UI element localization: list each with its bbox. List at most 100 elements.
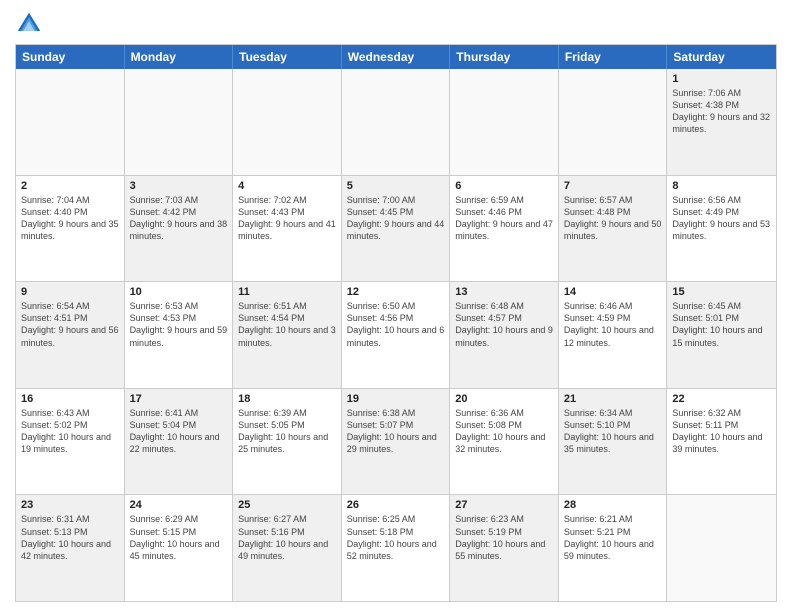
empty-cell bbox=[559, 69, 668, 175]
day-info: Sunrise: 6:54 AM Sunset: 4:51 PM Dayligh… bbox=[21, 300, 119, 349]
day-number: 3 bbox=[130, 180, 228, 192]
day-number: 14 bbox=[564, 286, 662, 298]
weekday-header-monday: Monday bbox=[125, 45, 234, 69]
day-cell-26: 26 Sunrise: 6:25 AM Sunset: 5:18 PM Dayli… bbox=[342, 495, 451, 601]
empty-cell bbox=[450, 69, 559, 175]
day-info: Sunrise: 7:03 AM Sunset: 4:42 PM Dayligh… bbox=[130, 194, 228, 243]
empty-cell bbox=[125, 69, 234, 175]
day-number: 26 bbox=[347, 499, 445, 511]
day-cell-5: 5 Sunrise: 7:00 AM Sunset: 4:45 PM Daylig… bbox=[342, 176, 451, 282]
day-number: 16 bbox=[21, 393, 119, 405]
header bbox=[15, 10, 777, 38]
calendar-row-1: 1 Sunrise: 7:06 AM Sunset: 4:38 PM Daylig… bbox=[16, 69, 776, 175]
day-info: Sunrise: 6:23 AM Sunset: 5:19 PM Dayligh… bbox=[455, 513, 553, 562]
day-cell-23: 23 Sunrise: 6:31 AM Sunset: 5:13 PM Dayli… bbox=[16, 495, 125, 601]
day-number: 11 bbox=[238, 286, 336, 298]
day-number: 12 bbox=[347, 286, 445, 298]
calendar: SundayMondayTuesdayWednesdayThursdayFrid… bbox=[15, 44, 777, 602]
day-number: 1 bbox=[672, 73, 771, 85]
day-cell-28: 28Sunrise: 6:21 AM Sunset: 5:21 PM Dayli… bbox=[559, 495, 668, 601]
day-info: Sunrise: 6:38 AM Sunset: 5:07 PM Dayligh… bbox=[347, 407, 445, 456]
weekday-header-tuesday: Tuesday bbox=[233, 45, 342, 69]
day-info: Sunrise: 7:02 AM Sunset: 4:43 PM Dayligh… bbox=[238, 194, 336, 243]
day-info: Sunrise: 6:29 AM Sunset: 5:15 PM Dayligh… bbox=[130, 513, 228, 562]
day-cell-13: 13 Sunrise: 6:48 AM Sunset: 4:57 PM Dayli… bbox=[450, 282, 559, 388]
day-info: Sunrise: 6:45 AM Sunset: 5:01 PM Dayligh… bbox=[672, 300, 771, 349]
day-cell-8: 8 Sunrise: 6:56 AM Sunset: 4:49 PM Daylig… bbox=[667, 176, 776, 282]
day-cell-24: 24 Sunrise: 6:29 AM Sunset: 5:15 PM Dayli… bbox=[125, 495, 234, 601]
day-info: Sunrise: 7:06 AM Sunset: 4:38 PM Dayligh… bbox=[672, 87, 771, 136]
day-cell-3: 3 Sunrise: 7:03 AM Sunset: 4:42 PM Daylig… bbox=[125, 176, 234, 282]
weekday-header-saturday: Saturday bbox=[667, 45, 776, 69]
day-number: 22 bbox=[672, 393, 771, 405]
day-number: 2 bbox=[21, 180, 119, 192]
logo-icon bbox=[15, 10, 43, 38]
day-info: Sunrise: 6:34 AM Sunset: 5:10 PM Dayligh… bbox=[564, 407, 662, 456]
day-cell-25: 25 Sunrise: 6:27 AM Sunset: 5:16 PM Dayli… bbox=[233, 495, 342, 601]
weekday-header-thursday: Thursday bbox=[450, 45, 559, 69]
day-number: 9 bbox=[21, 286, 119, 298]
weekday-header-sunday: Sunday bbox=[16, 45, 125, 69]
day-cell-27: 27 Sunrise: 6:23 AM Sunset: 5:19 PM Dayli… bbox=[450, 495, 559, 601]
day-cell-10: 10Sunrise: 6:53 AM Sunset: 4:53 PM Dayli… bbox=[125, 282, 234, 388]
day-cell-15: 15 Sunrise: 6:45 AM Sunset: 5:01 PM Dayli… bbox=[667, 282, 776, 388]
day-cell-17: 17Sunrise: 6:41 AM Sunset: 5:04 PM Dayli… bbox=[125, 389, 234, 495]
day-cell-11: 11 Sunrise: 6:51 AM Sunset: 4:54 PM Dayli… bbox=[233, 282, 342, 388]
day-info: Sunrise: 6:51 AM Sunset: 4:54 PM Dayligh… bbox=[238, 300, 336, 349]
day-info: Sunrise: 6:27 AM Sunset: 5:16 PM Dayligh… bbox=[238, 513, 336, 562]
day-info: Sunrise: 6:56 AM Sunset: 4:49 PM Dayligh… bbox=[672, 194, 771, 243]
day-info: Sunrise: 6:48 AM Sunset: 4:57 PM Dayligh… bbox=[455, 300, 553, 349]
day-number: 13 bbox=[455, 286, 553, 298]
weekday-header-wednesday: Wednesday bbox=[342, 45, 451, 69]
day-cell-7: 7Sunrise: 6:57 AM Sunset: 4:48 PM Daylig… bbox=[559, 176, 668, 282]
day-info: Sunrise: 7:04 AM Sunset: 4:40 PM Dayligh… bbox=[21, 194, 119, 243]
day-info: Sunrise: 6:31 AM Sunset: 5:13 PM Dayligh… bbox=[21, 513, 119, 562]
day-cell-14: 14 Sunrise: 6:46 AM Sunset: 4:59 PM Dayli… bbox=[559, 282, 668, 388]
logo bbox=[15, 10, 47, 38]
day-cell-2: 2 Sunrise: 7:04 AM Sunset: 4:40 PM Daylig… bbox=[16, 176, 125, 282]
day-info: Sunrise: 7:00 AM Sunset: 4:45 PM Dayligh… bbox=[347, 194, 445, 243]
day-info: Sunrise: 6:50 AM Sunset: 4:56 PM Dayligh… bbox=[347, 300, 445, 349]
day-number: 10 bbox=[130, 286, 228, 298]
calendar-row-3: 9 Sunrise: 6:54 AM Sunset: 4:51 PM Daylig… bbox=[16, 281, 776, 388]
day-number: 25 bbox=[238, 499, 336, 511]
day-cell-1: 1 Sunrise: 7:06 AM Sunset: 4:38 PM Daylig… bbox=[667, 69, 776, 175]
day-number: 23 bbox=[21, 499, 119, 511]
day-info: Sunrise: 6:46 AM Sunset: 4:59 PM Dayligh… bbox=[564, 300, 662, 349]
day-info: Sunrise: 6:43 AM Sunset: 5:02 PM Dayligh… bbox=[21, 407, 119, 456]
day-number: 19 bbox=[347, 393, 445, 405]
day-cell-22: 22 Sunrise: 6:32 AM Sunset: 5:11 PM Dayli… bbox=[667, 389, 776, 495]
calendar-body: 1 Sunrise: 7:06 AM Sunset: 4:38 PM Daylig… bbox=[16, 69, 776, 601]
day-number: 5 bbox=[347, 180, 445, 192]
day-cell-19: 19 Sunrise: 6:38 AM Sunset: 5:07 PM Dayli… bbox=[342, 389, 451, 495]
day-cell-16: 16 Sunrise: 6:43 AM Sunset: 5:02 PM Dayli… bbox=[16, 389, 125, 495]
calendar-row-5: 23 Sunrise: 6:31 AM Sunset: 5:13 PM Dayli… bbox=[16, 494, 776, 601]
empty-cell bbox=[667, 495, 776, 601]
day-number: 6 bbox=[455, 180, 553, 192]
day-info: Sunrise: 6:32 AM Sunset: 5:11 PM Dayligh… bbox=[672, 407, 771, 456]
day-number: 20 bbox=[455, 393, 553, 405]
day-number: 21 bbox=[564, 393, 662, 405]
day-info: Sunrise: 6:36 AM Sunset: 5:08 PM Dayligh… bbox=[455, 407, 553, 456]
day-info: Sunrise: 6:59 AM Sunset: 4:46 PM Dayligh… bbox=[455, 194, 553, 243]
day-info: Sunrise: 6:25 AM Sunset: 5:18 PM Dayligh… bbox=[347, 513, 445, 562]
day-cell-6: 6 Sunrise: 6:59 AM Sunset: 4:46 PM Daylig… bbox=[450, 176, 559, 282]
day-number: 18 bbox=[238, 393, 336, 405]
empty-cell bbox=[233, 69, 342, 175]
calendar-row-4: 16 Sunrise: 6:43 AM Sunset: 5:02 PM Dayli… bbox=[16, 388, 776, 495]
day-cell-4: 4Sunrise: 7:02 AM Sunset: 4:43 PM Daylig… bbox=[233, 176, 342, 282]
day-cell-12: 12 Sunrise: 6:50 AM Sunset: 4:56 PM Dayli… bbox=[342, 282, 451, 388]
day-info: Sunrise: 6:57 AM Sunset: 4:48 PM Dayligh… bbox=[564, 194, 662, 243]
day-number: 8 bbox=[672, 180, 771, 192]
day-info: Sunrise: 6:41 AM Sunset: 5:04 PM Dayligh… bbox=[130, 407, 228, 456]
day-number: 15 bbox=[672, 286, 771, 298]
day-info: Sunrise: 6:21 AM Sunset: 5:21 PM Dayligh… bbox=[564, 513, 662, 562]
day-number: 24 bbox=[130, 499, 228, 511]
empty-cell bbox=[16, 69, 125, 175]
calendar-header: SundayMondayTuesdayWednesdayThursdayFrid… bbox=[16, 45, 776, 69]
day-cell-21: 21 Sunrise: 6:34 AM Sunset: 5:10 PM Dayli… bbox=[559, 389, 668, 495]
day-number: 27 bbox=[455, 499, 553, 511]
day-info: Sunrise: 6:39 AM Sunset: 5:05 PM Dayligh… bbox=[238, 407, 336, 456]
calendar-row-2: 2 Sunrise: 7:04 AM Sunset: 4:40 PM Daylig… bbox=[16, 175, 776, 282]
day-cell-9: 9 Sunrise: 6:54 AM Sunset: 4:51 PM Daylig… bbox=[16, 282, 125, 388]
